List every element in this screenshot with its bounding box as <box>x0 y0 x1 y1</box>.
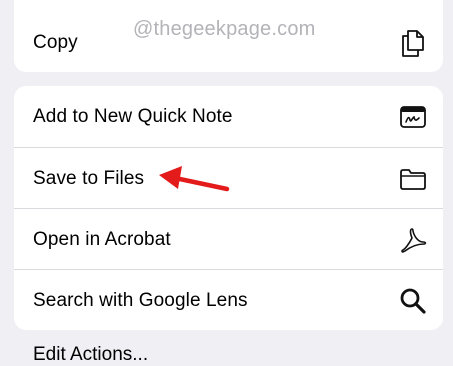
quick-note-icon <box>399 103 427 131</box>
copy-label: Copy <box>33 31 78 53</box>
acrobat-icon <box>399 226 427 254</box>
action-label: Open in Acrobat <box>33 228 171 250</box>
action-label: Save to Files <box>33 167 145 189</box>
action-list: Add to New Quick Note Save to Files Open… <box>14 86 443 330</box>
action-label: Search with Google Lens <box>33 289 248 311</box>
magnifying-glass-icon <box>399 287 427 315</box>
watermark: @thegeekpage.com <box>133 18 316 40</box>
folder-icon <box>399 165 427 193</box>
red-arrow-annotation <box>159 166 230 192</box>
copy-documents-icon <box>399 29 427 57</box>
action-open-in-acrobat[interactable]: Open in Acrobat <box>14 209 443 270</box>
action-search-google-lens[interactable]: Search with Google Lens <box>14 270 443 330</box>
edit-actions-label[interactable]: Edit Actions... <box>33 344 148 366</box>
action-label: Add to New Quick Note <box>33 105 233 127</box>
action-add-quick-note[interactable]: Add to New Quick Note <box>14 86 443 147</box>
